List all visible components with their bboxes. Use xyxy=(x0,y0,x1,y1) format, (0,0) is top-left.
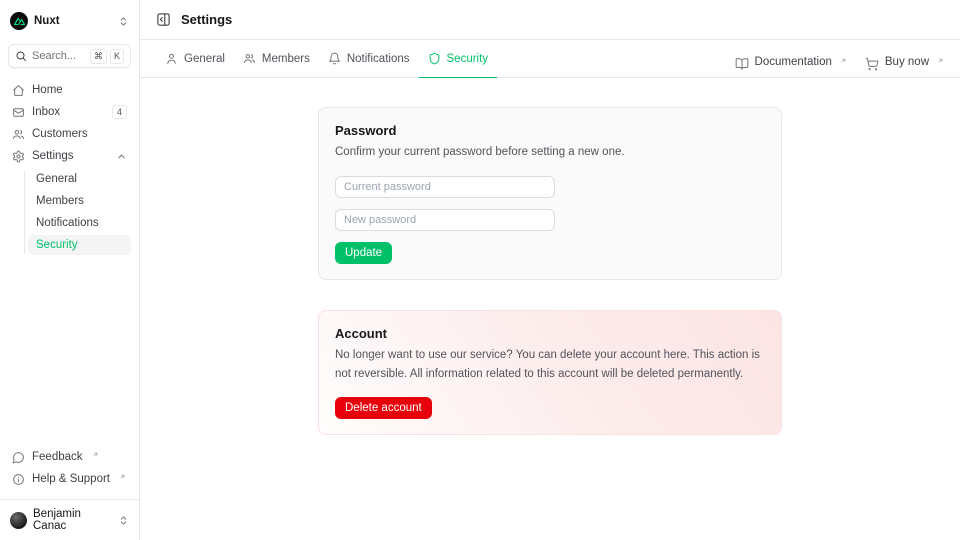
sidebar-item-home[interactable]: Home xyxy=(8,80,131,100)
page-title: Settings xyxy=(181,12,232,27)
password-card-description: Confirm your current password before set… xyxy=(335,143,765,162)
main-panel: Settings General Members Notifications xyxy=(140,0,960,540)
inbox-icon xyxy=(12,106,25,119)
users-icon xyxy=(12,128,25,141)
account-card-description: No longer want to use our service? You c… xyxy=(335,346,765,384)
team-selector[interactable]: Nuxt xyxy=(8,8,131,34)
sidebar-item-security[interactable]: Security xyxy=(28,235,131,255)
gear-icon xyxy=(12,150,25,163)
buy-now-link[interactable]: Buy now xyxy=(865,46,944,71)
users-icon xyxy=(243,52,256,65)
sidebar-item-help-support[interactable]: Help & Support xyxy=(8,469,131,489)
external-link-icon xyxy=(840,57,847,64)
sidebar-item-feedback[interactable]: Feedback xyxy=(8,447,131,467)
new-password-field[interactable] xyxy=(335,209,555,231)
tab-bar: General Members Notifications Security xyxy=(140,40,960,78)
kbd-k: K xyxy=(110,49,124,64)
inbox-count-badge: 4 xyxy=(112,105,127,119)
update-password-button[interactable]: Update xyxy=(335,242,392,264)
settings-subnav: General Members Notifications Security xyxy=(8,168,131,256)
book-open-icon xyxy=(735,57,749,71)
search-placeholder: Search... xyxy=(32,50,85,62)
content-area: Password Confirm your current password b… xyxy=(140,78,960,540)
documentation-link[interactable]: Documentation xyxy=(735,46,847,71)
search-shortcut: ⌘K xyxy=(90,49,124,64)
page-header: Settings xyxy=(140,0,960,40)
sidebar: Nuxt Search... ⌘K Home xyxy=(0,0,140,540)
delete-account-button[interactable]: Delete account xyxy=(335,397,432,419)
sidebar-item-customers[interactable]: Customers xyxy=(8,124,131,144)
sidebar-item-general[interactable]: General xyxy=(28,169,131,189)
collapse-sidebar-icon[interactable] xyxy=(156,12,171,27)
account-card: Account No longer want to use our servic… xyxy=(318,310,782,435)
team-name: Nuxt xyxy=(34,15,112,27)
tab-security[interactable]: Security xyxy=(419,40,498,78)
tab-members[interactable]: Members xyxy=(234,40,319,78)
chat-bubble-icon xyxy=(12,451,25,464)
chevron-up-icon xyxy=(116,151,127,162)
person-icon xyxy=(165,52,178,65)
sidebar-item-notifications[interactable]: Notifications xyxy=(28,213,131,233)
current-password-field[interactable] xyxy=(335,176,555,198)
home-icon xyxy=(12,84,25,97)
sidebar-item-settings[interactable]: Settings xyxy=(8,146,131,166)
header-actions: Documentation Buy now xyxy=(735,40,944,77)
kbd-meta: ⌘ xyxy=(90,49,107,64)
user-avatar xyxy=(10,512,27,529)
sidebar-divider xyxy=(0,499,139,500)
chevrons-up-down-icon xyxy=(118,515,129,526)
sidebar-spacer xyxy=(8,256,131,447)
external-link-icon xyxy=(119,473,126,480)
shopping-cart-icon xyxy=(865,57,879,71)
tab-general[interactable]: General xyxy=(156,40,234,78)
shield-icon xyxy=(428,52,441,65)
search-icon xyxy=(15,50,27,62)
sidebar-item-members[interactable]: Members xyxy=(28,191,131,211)
account-card-title: Account xyxy=(335,326,765,341)
bell-icon xyxy=(328,52,341,65)
password-card-title: Password xyxy=(335,123,765,138)
chevrons-up-down-icon xyxy=(118,16,129,27)
search-input[interactable]: Search... ⌘K xyxy=(8,44,131,68)
nuxt-logo-icon xyxy=(10,12,28,30)
tab-notifications[interactable]: Notifications xyxy=(319,40,419,78)
user-menu[interactable]: Benjamin Canac xyxy=(8,508,131,532)
app-window: Nuxt Search... ⌘K Home xyxy=(0,0,960,540)
external-link-icon xyxy=(92,451,99,458)
password-card: Password Confirm your current password b… xyxy=(318,107,782,280)
external-link-icon xyxy=(937,57,944,64)
info-icon xyxy=(12,473,25,486)
sidebar-nav: Home Inbox 4 Customers Settings xyxy=(8,80,131,256)
sidebar-item-inbox[interactable]: Inbox 4 xyxy=(8,102,131,122)
